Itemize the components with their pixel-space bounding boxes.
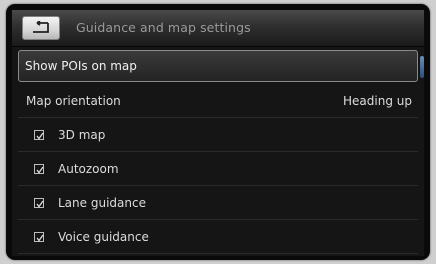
page-title: Guidance and map settings xyxy=(76,20,251,35)
checkbox-autozoom[interactable] xyxy=(34,163,44,174)
checkbox-voice-guidance[interactable] xyxy=(34,231,44,242)
back-arrow-icon xyxy=(33,21,49,33)
checkmark-icon xyxy=(36,234,44,242)
list-item-label: Map orientation xyxy=(26,93,121,108)
checkbox-lane-guidance[interactable] xyxy=(34,197,44,208)
back-button[interactable] xyxy=(22,16,60,40)
title-bar: Guidance and map settings xyxy=(12,10,424,47)
scrollbar[interactable] xyxy=(420,56,424,78)
list-item-label: Voice guidance xyxy=(58,229,149,244)
settings-screen: Guidance and map settings Show POIs on m… xyxy=(12,10,424,256)
checkbox-3d-map[interactable] xyxy=(34,129,44,140)
list-item-show-pois[interactable]: Show POIs on map xyxy=(18,50,418,82)
list-item-map-orientation[interactable]: Map orientation Heading up xyxy=(18,84,418,118)
settings-list: Show POIs on map Map orientation Heading… xyxy=(18,50,418,254)
list-item-label: Show POIs on map xyxy=(25,59,137,73)
checkmark-icon xyxy=(36,132,44,140)
checkmark-icon xyxy=(36,166,44,174)
list-item-3d-map[interactable]: 3D map xyxy=(18,118,418,152)
list-item-label: Lane guidance xyxy=(58,195,146,210)
checkmark-icon xyxy=(36,200,44,208)
list-item-voice-guidance[interactable]: Voice guidance xyxy=(18,220,418,254)
list-item-lane-guidance[interactable]: Lane guidance xyxy=(18,186,418,220)
device-frame: Guidance and map settings Show POIs on m… xyxy=(6,4,430,260)
map-orientation-value: Heading up xyxy=(343,93,412,108)
list-item-label: Autozoom xyxy=(58,161,119,176)
list-item-label: 3D map xyxy=(58,127,106,142)
list-item-autozoom[interactable]: Autozoom xyxy=(18,152,418,186)
